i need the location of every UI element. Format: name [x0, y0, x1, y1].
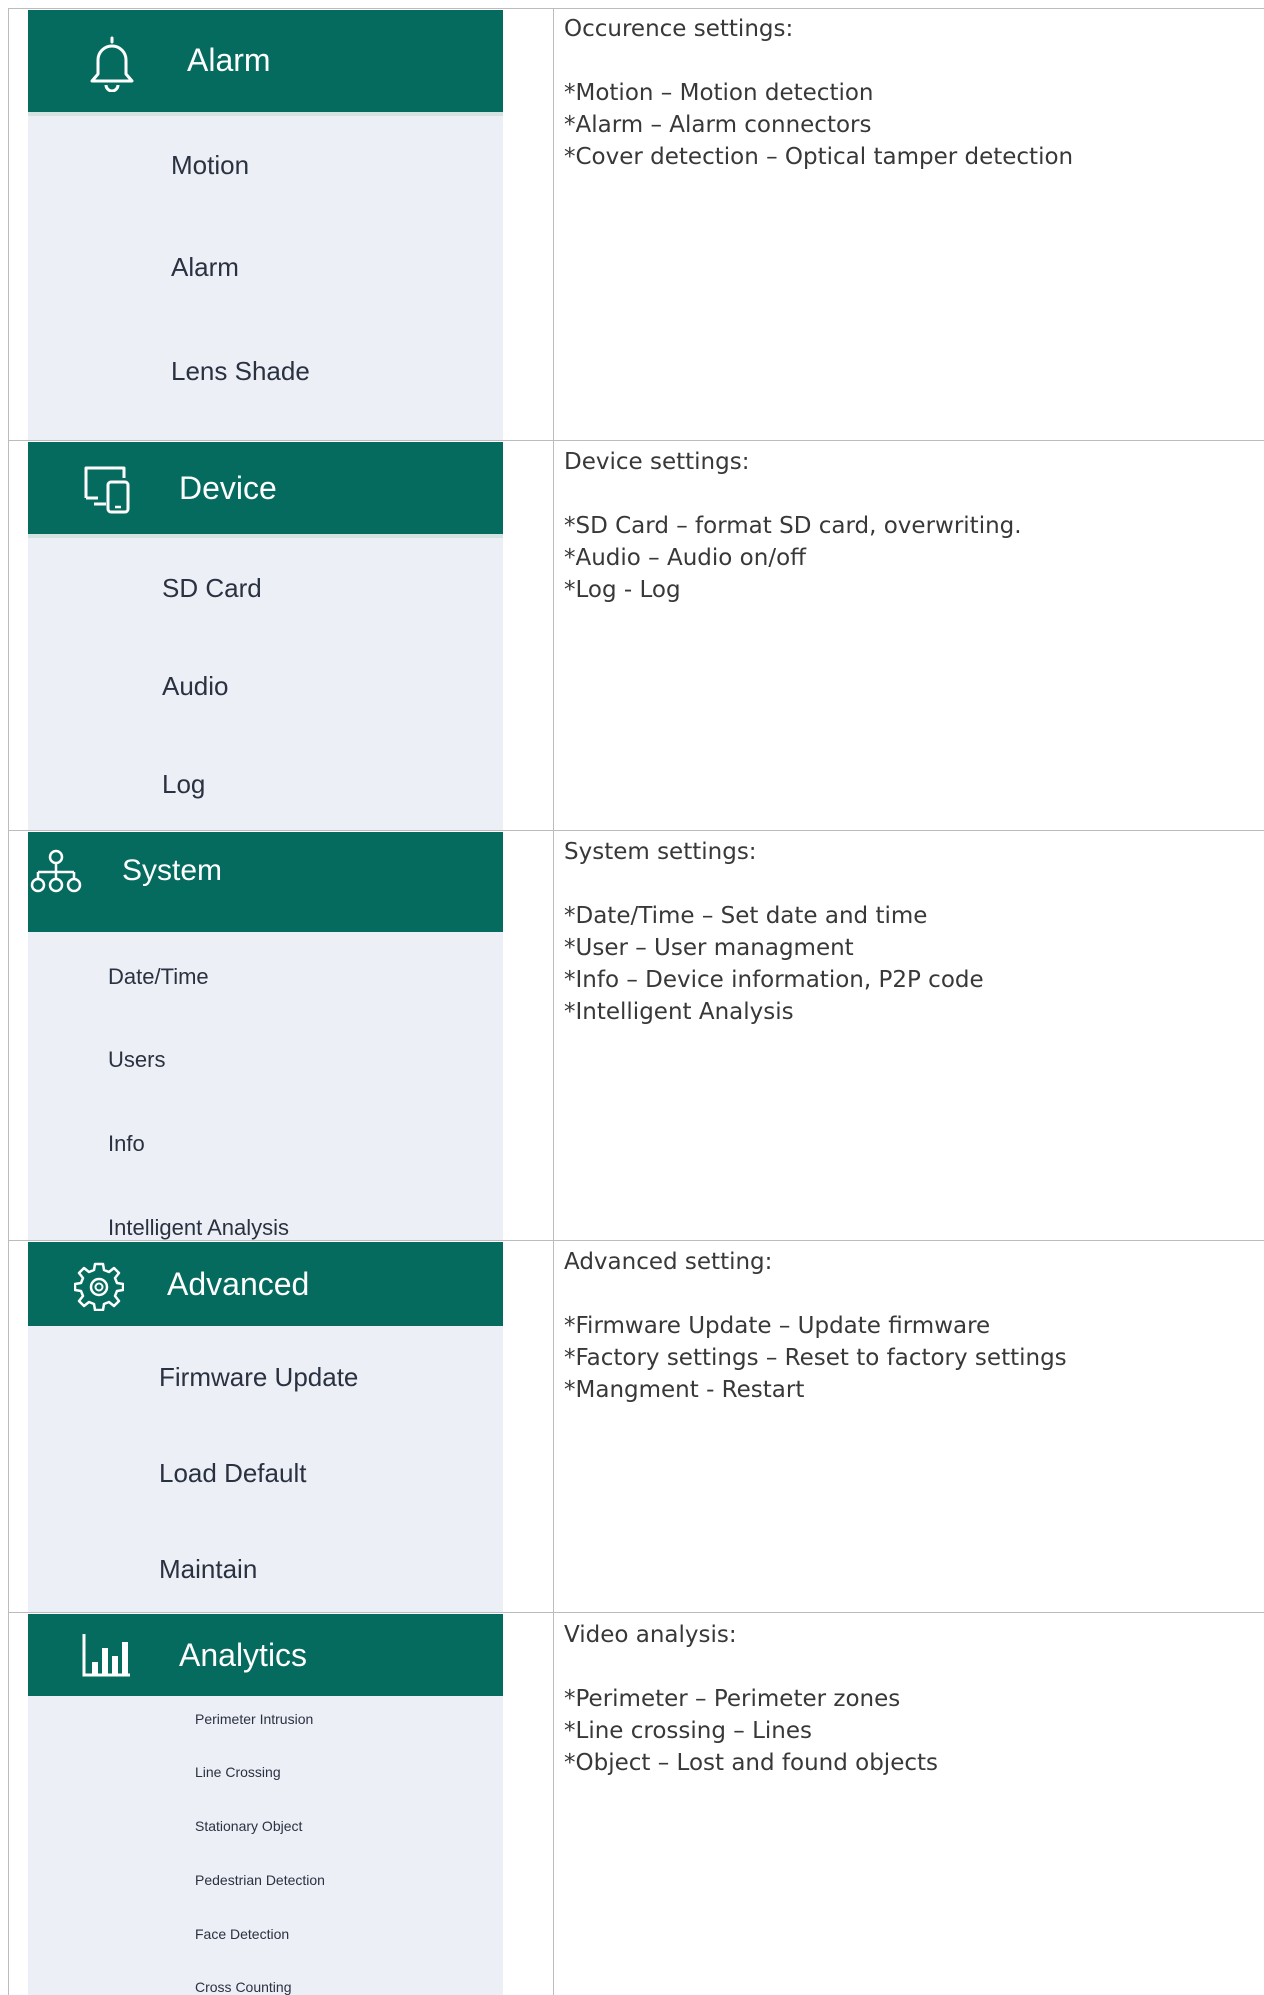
description-title: Video analysis:	[564, 1622, 737, 1648]
device-menu-header[interactable]: Device	[28, 442, 503, 538]
menu-item-info[interactable]: Info	[108, 1131, 145, 1157]
table-column-divider	[553, 8, 554, 1995]
analytics-description: Video analysis: *Perimeter – Perimeter z…	[564, 1619, 938, 1779]
menu-header-title: Advanced	[167, 1266, 310, 1302]
description-line: *Mangment - Restart	[564, 1377, 805, 1403]
description-line: *Firmware Update – Update firmware	[564, 1313, 991, 1339]
alarm-description: Occurence settings: *Motion – Motion det…	[564, 13, 1073, 173]
description-line: *Audio – Audio on/off	[564, 545, 806, 571]
description-line: *Alarm – Alarm connectors	[564, 112, 872, 138]
description-line: *Cover detection – Optical tamper detect…	[564, 144, 1074, 170]
description-line: *Object – Lost and found objects	[564, 1750, 938, 1776]
description-line: *User – User managment	[564, 935, 854, 961]
menu-item-log[interactable]: Log	[162, 769, 205, 800]
menu-item-audio[interactable]: Audio	[162, 671, 229, 702]
description-title: Device settings:	[564, 449, 750, 475]
system-menu-header[interactable]: System	[28, 832, 503, 932]
description-line: *Log - Log	[564, 577, 681, 603]
menu-item-date-time[interactable]: Date/Time	[108, 964, 209, 990]
menu-header-title: Device	[179, 470, 277, 506]
menu-item-firmware-update[interactable]: Firmware Update	[159, 1362, 358, 1393]
menu-item-perimeter-intrusion[interactable]: Perimeter Intrusion	[195, 1711, 313, 1727]
system-description: System settings: *Date/Time – Set date a…	[564, 836, 984, 1028]
menu-header-title: System	[122, 854, 223, 887]
advanced-menu-header[interactable]: Advanced	[28, 1242, 503, 1326]
menu-item-alarm[interactable]: Alarm	[171, 252, 239, 283]
bar-chart-icon	[82, 1632, 132, 1683]
description-line: *Line crossing – Lines	[564, 1718, 812, 1744]
menu-item-maintain[interactable]: Maintain	[159, 1554, 257, 1585]
menu-item-lens-shade[interactable]: Lens Shade	[171, 356, 310, 387]
header-underline	[28, 112, 503, 116]
table-row-divider	[8, 440, 1264, 441]
menu-item-users[interactable]: Users	[108, 1047, 165, 1073]
description-line: *Perimeter – Perimeter zones	[564, 1686, 901, 1712]
alarm-menu-header[interactable]: Alarm	[28, 10, 503, 116]
menu-item-intelligent-analysis[interactable]: Intelligent Analysis	[108, 1215, 289, 1241]
menu-item-motion[interactable]: Motion	[171, 150, 249, 181]
header-underline	[28, 534, 503, 538]
description-line: *Motion – Motion detection	[564, 80, 874, 106]
menu-item-load-default[interactable]: Load Default	[159, 1458, 306, 1489]
table-border-left	[8, 8, 9, 1995]
menu-item-stationary-object[interactable]: Stationary Object	[195, 1818, 302, 1834]
menu-item-face-detection[interactable]: Face Detection	[195, 1926, 289, 1942]
menu-item-cross-counting[interactable]: Cross Counting	[195, 1979, 292, 1995]
description-title: Advanced setting:	[564, 1249, 773, 1275]
advanced-description: Advanced setting: *Firmware Update – Upd…	[564, 1246, 1067, 1406]
table-border-top	[8, 8, 1264, 9]
menu-item-line-crossing[interactable]: Line Crossing	[195, 1764, 281, 1780]
devices-icon	[80, 462, 136, 521]
table-row-divider	[8, 830, 1264, 831]
analytics-menu-header[interactable]: Analytics	[28, 1614, 503, 1696]
table-row-divider	[8, 1612, 1264, 1613]
description-line: *SD Card – format SD card, overwriting.	[564, 513, 1022, 539]
menu-item-pedestrian-detection[interactable]: Pedestrian Detection	[195, 1872, 325, 1888]
menu-header-title: Alarm	[187, 42, 271, 78]
description-line: *Date/Time – Set date and time	[564, 903, 928, 929]
network-tree-icon	[30, 848, 82, 903]
description-title: System settings:	[564, 839, 757, 865]
menu-header-title: Analytics	[179, 1637, 308, 1673]
description-line: *Factory settings – Reset to factory set…	[564, 1345, 1067, 1371]
description-line: *Intelligent Analysis	[564, 999, 794, 1025]
description-title: Occurence settings:	[564, 16, 794, 42]
device-description: Device settings: *SD Card – format SD ca…	[564, 446, 1022, 606]
gear-icon	[73, 1261, 125, 1316]
menu-item-sd-card[interactable]: SD Card	[162, 573, 262, 604]
description-line: *Info – Device information, P2P code	[564, 967, 984, 993]
bell-icon	[86, 34, 138, 97]
